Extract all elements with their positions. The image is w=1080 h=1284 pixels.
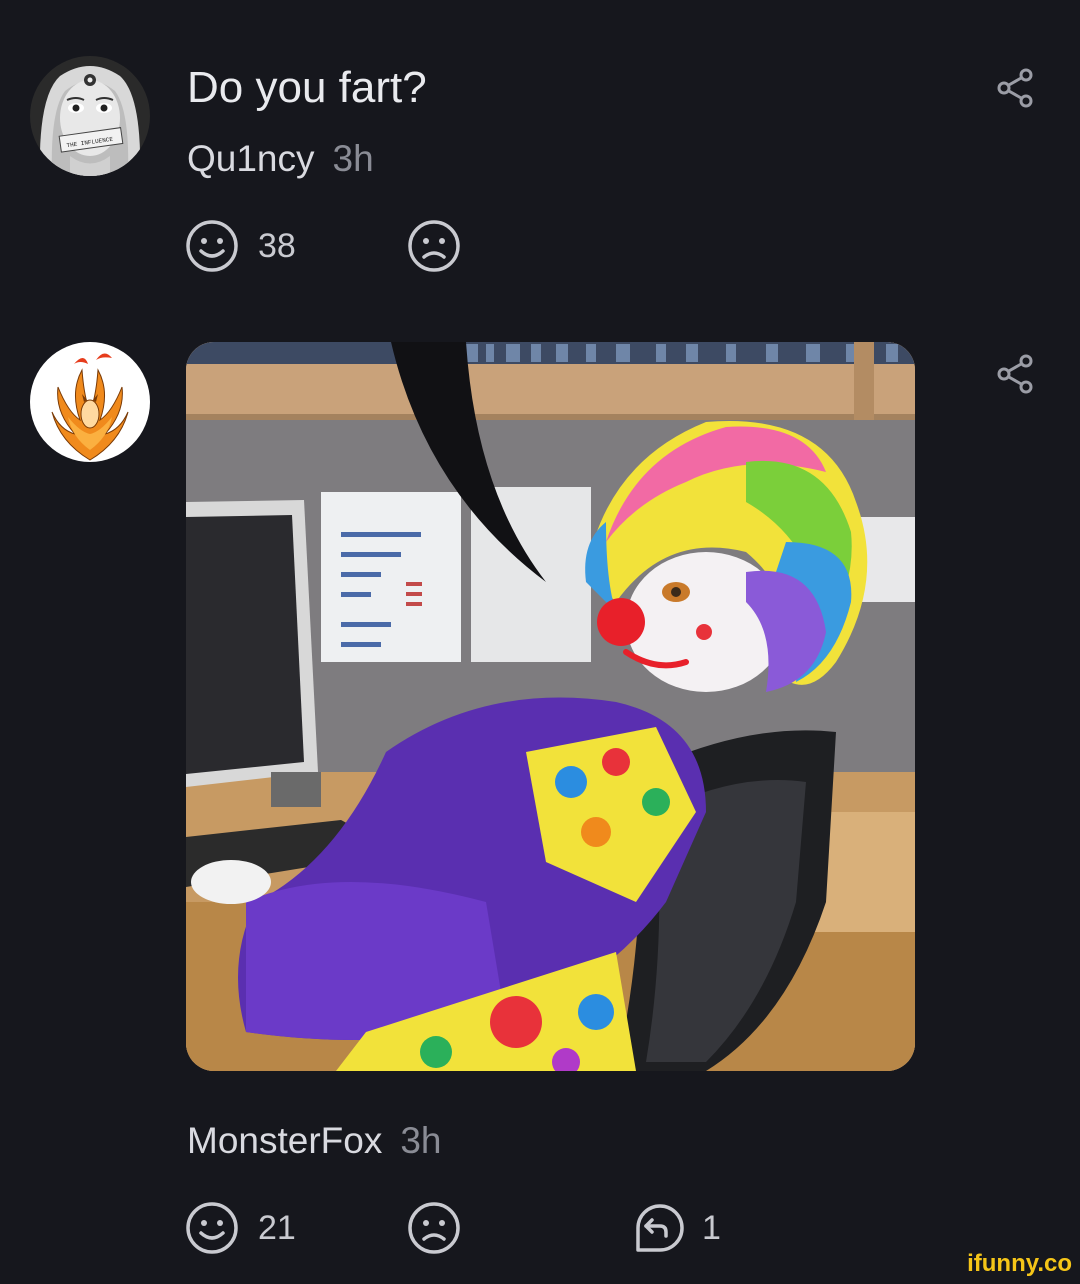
- share-icon: [997, 354, 1033, 394]
- nine-tailed-fox-avatar-icon: [30, 342, 150, 462]
- frown-icon: [408, 220, 460, 272]
- author-name[interactable]: MonsterFox: [187, 1120, 382, 1161]
- share-button[interactable]: [996, 354, 1036, 394]
- like-count: 38: [258, 226, 296, 265]
- smile-icon: [186, 220, 238, 272]
- comments-screen: THE INFLUENCE Do you fart? Qu1ncy 3h 38: [0, 0, 1080, 1284]
- timestamp: 3h: [332, 138, 374, 179]
- frown-icon: [408, 1202, 460, 1254]
- comment-text: Do you fart?: [187, 63, 427, 112]
- like-count: 21: [258, 1208, 296, 1247]
- dislike-button[interactable]: [406, 216, 462, 276]
- reply-icon: [636, 1204, 684, 1252]
- reply-button[interactable]: 1: [628, 1198, 721, 1258]
- avatar-monsterfox[interactable]: [30, 342, 150, 462]
- dislike-button[interactable]: [406, 1198, 462, 1258]
- woman-portrait-avatar-icon: THE INFLUENCE: [30, 56, 150, 176]
- share-button[interactable]: [996, 68, 1036, 108]
- share-icon: [997, 68, 1033, 108]
- avatar-qu1ncy[interactable]: THE INFLUENCE: [30, 56, 150, 176]
- timestamp: 3h: [400, 1120, 442, 1161]
- comment-meta: MonsterFox 3h: [187, 1122, 442, 1159]
- reply-count: 1: [702, 1208, 721, 1247]
- like-button[interactable]: 38: [184, 216, 296, 276]
- smile-icon: [186, 1202, 238, 1254]
- author-name[interactable]: Qu1ncy: [187, 138, 315, 179]
- watermark-logo: ifunny.co: [967, 1250, 1072, 1277]
- clown-at-computer-meme-icon: [186, 342, 915, 1071]
- comment-image[interactable]: [186, 342, 915, 1071]
- comment-meta: Qu1ncy 3h: [187, 140, 374, 177]
- like-button[interactable]: 21: [184, 1198, 296, 1258]
